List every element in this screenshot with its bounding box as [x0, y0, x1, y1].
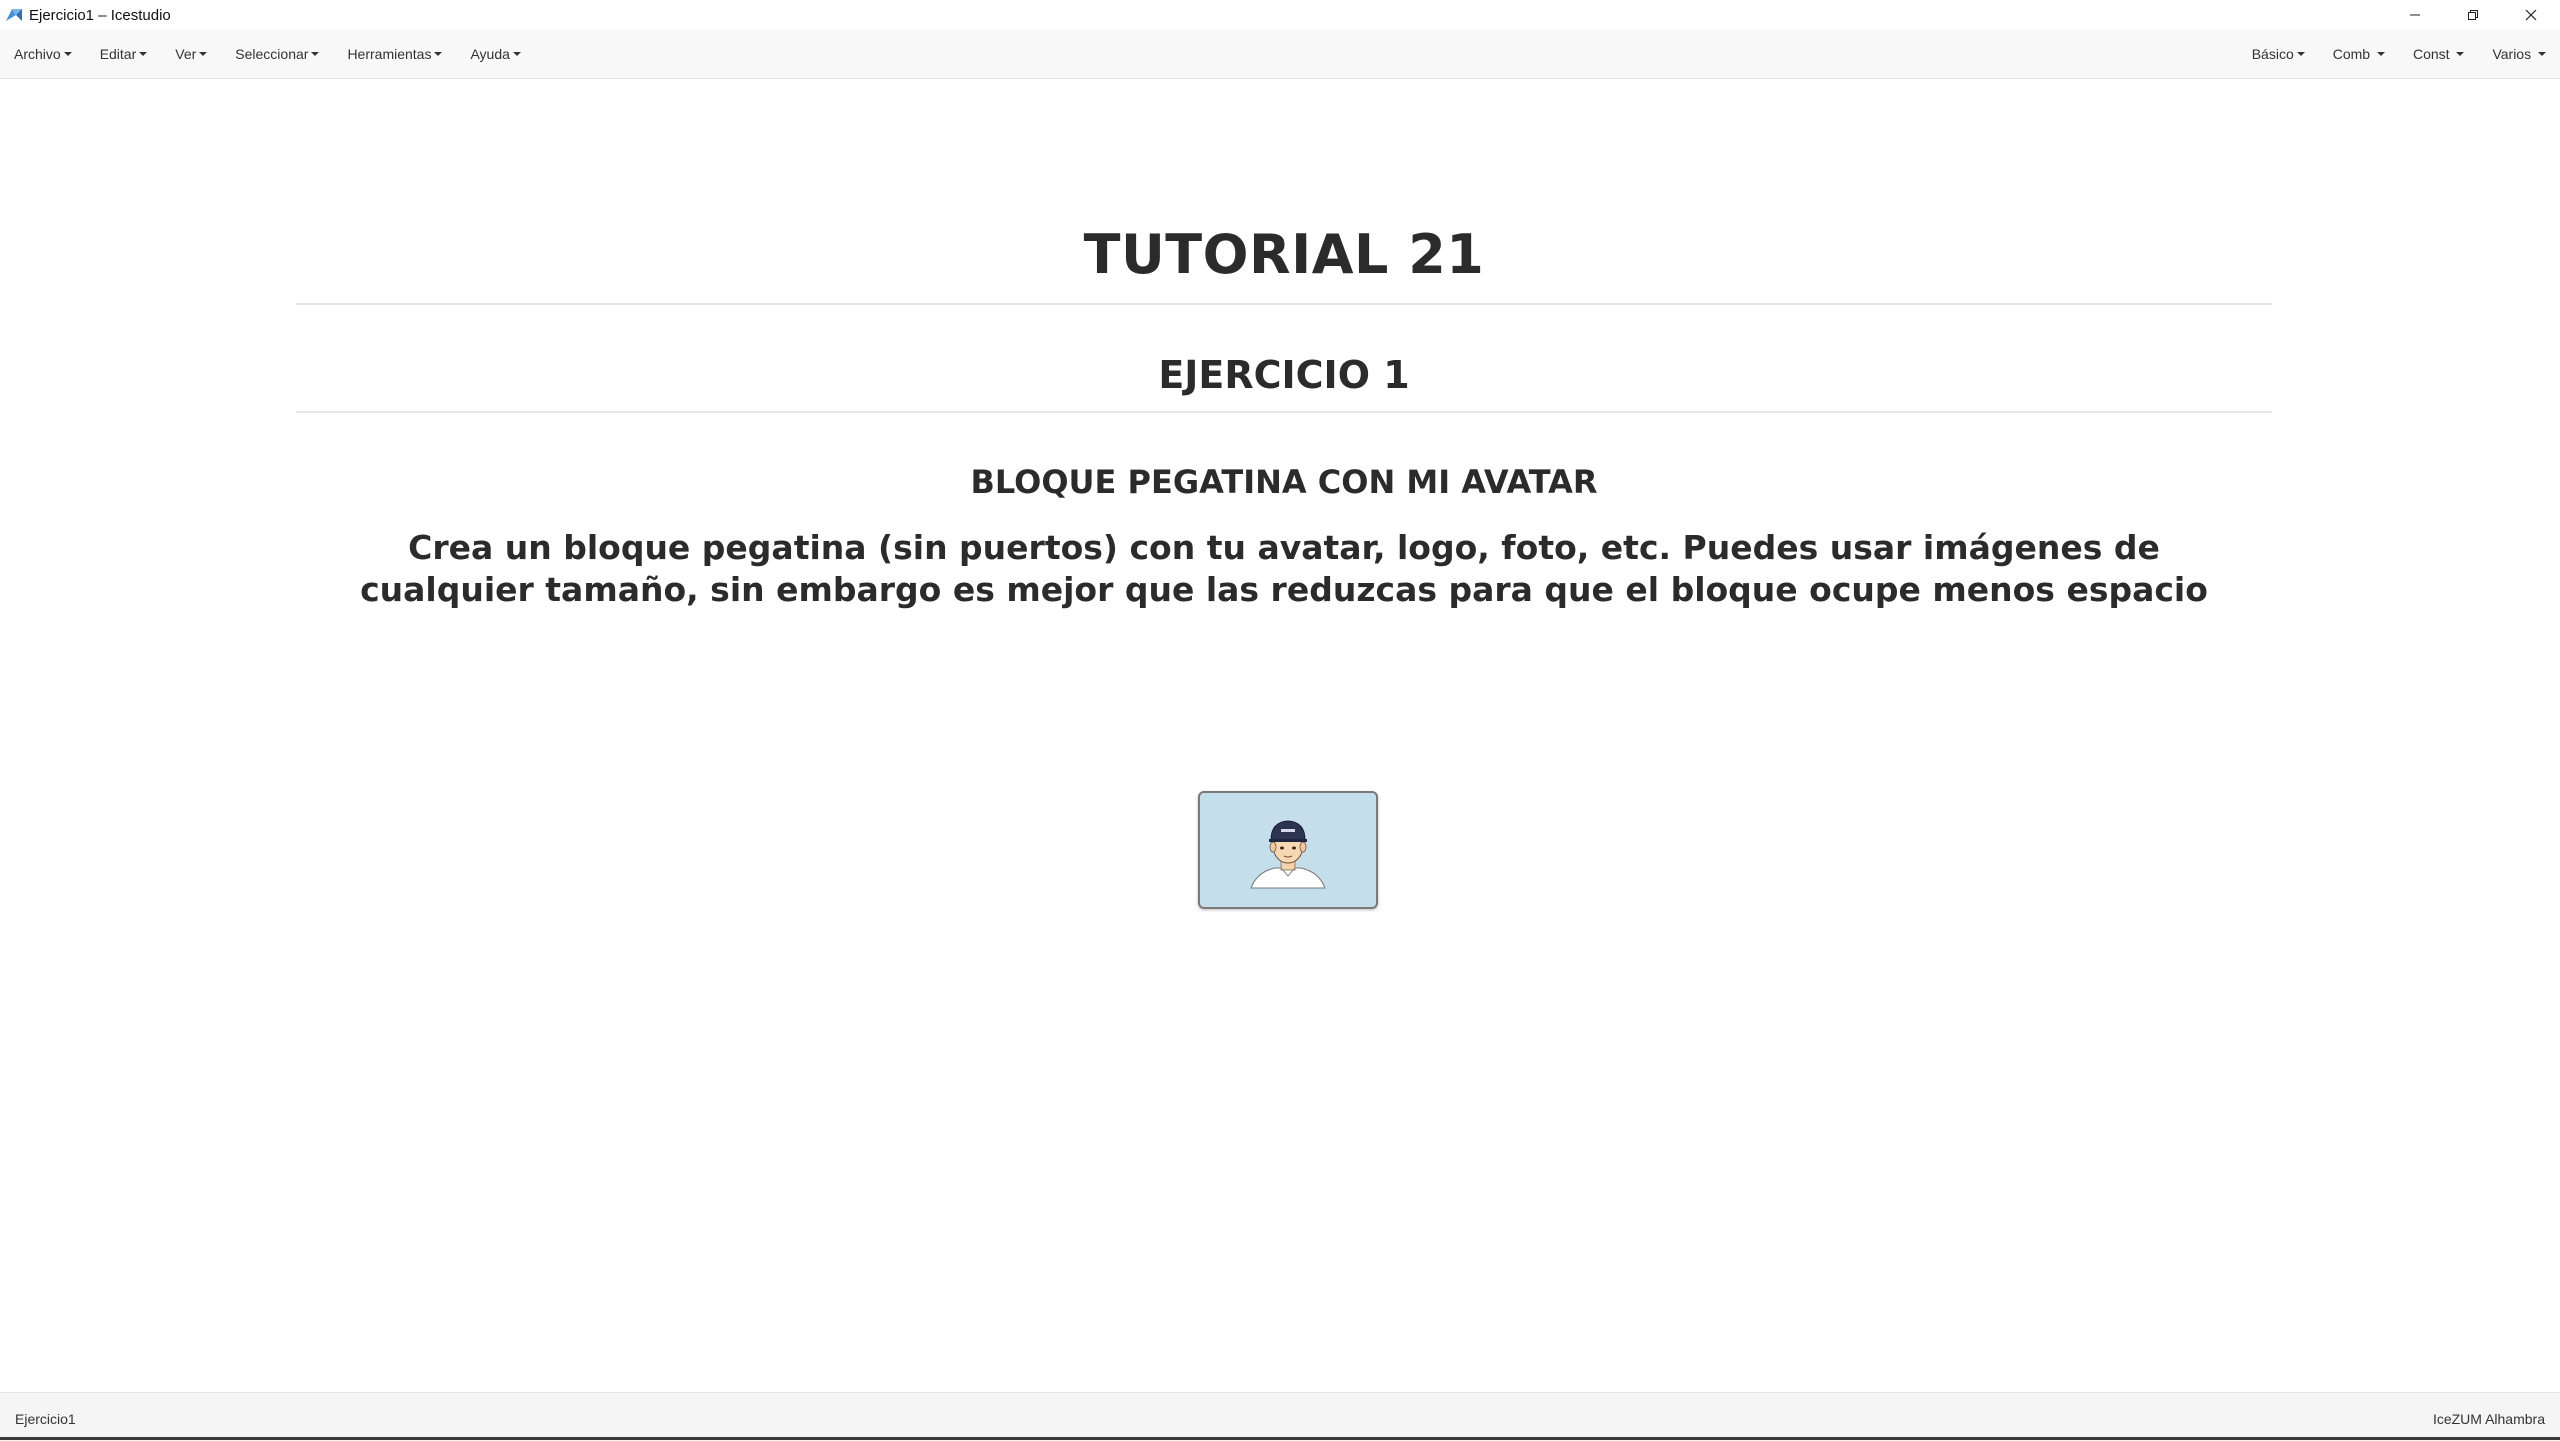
- menu-herramientas[interactable]: Herramientas: [333, 30, 456, 78]
- caret-down-icon: [311, 52, 320, 56]
- subtitle-divider: [296, 411, 2272, 413]
- close-icon: [2525, 9, 2537, 21]
- caret-down-icon: [63, 52, 72, 56]
- menu-bar: Archivo Editar Ver Seleccionar Herramien…: [0, 30, 2560, 79]
- board-name[interactable]: IceZUM Alhambra: [2433, 1411, 2545, 1427]
- exercise-description: Crea un bloque pegatina (sin puertos) co…: [360, 528, 2208, 609]
- menu-ver[interactable]: Ver: [161, 30, 221, 78]
- caret-down-icon: [2538, 52, 2546, 56]
- window-titlebar: Ejercicio1 – Icestudio: [0, 0, 2560, 30]
- status-bar: Ejercicio1 IceZUM Alhambra: [0, 1392, 2560, 1441]
- menu-basico[interactable]: Básico: [2238, 30, 2319, 78]
- caret-down-icon: [434, 52, 443, 56]
- avatar-image: [1250, 820, 1326, 889]
- menu-editar[interactable]: Editar: [86, 30, 162, 78]
- caret-down-icon: [139, 52, 148, 56]
- caret-down-icon: [2296, 52, 2305, 56]
- project-name: Ejercicio1: [15, 1411, 76, 1427]
- menu-ayuda[interactable]: Ayuda: [456, 30, 534, 78]
- caret-down-icon: [2456, 52, 2465, 56]
- caret-down-icon: [2376, 52, 2385, 56]
- menu-varios[interactable]: Varios: [2478, 30, 2560, 78]
- menu-comb[interactable]: Comb: [2319, 30, 2399, 78]
- restore-icon: [2468, 10, 2478, 20]
- minimize-button[interactable]: [2386, 0, 2444, 30]
- tutorial-title: TUTORIAL 21: [1083, 223, 1485, 286]
- icestudio-logo-icon: [6, 9, 22, 21]
- minimize-icon: [2410, 14, 2420, 16]
- menu-const[interactable]: Const: [2399, 30, 2478, 78]
- exercise-title: EJERCICIO 1: [1158, 353, 1410, 397]
- section-title: BLOQUE PEGATINA CON MI AVATAR: [970, 463, 1598, 501]
- caret-down-icon: [512, 52, 521, 56]
- title-divider: [296, 303, 2272, 305]
- window-title: Ejercicio1 – Icestudio: [29, 6, 171, 24]
- menu-archivo[interactable]: Archivo: [0, 30, 86, 78]
- sticker-block[interactable]: [1198, 791, 1378, 909]
- caret-down-icon: [199, 52, 208, 56]
- design-canvas[interactable]: TUTORIAL 21 EJERCICIO 1 BLOQUE PEGATINA …: [0, 79, 2560, 1392]
- restore-button[interactable]: [2444, 0, 2502, 30]
- menu-seleccionar[interactable]: Seleccionar: [221, 30, 333, 78]
- close-button[interactable]: [2502, 0, 2560, 30]
